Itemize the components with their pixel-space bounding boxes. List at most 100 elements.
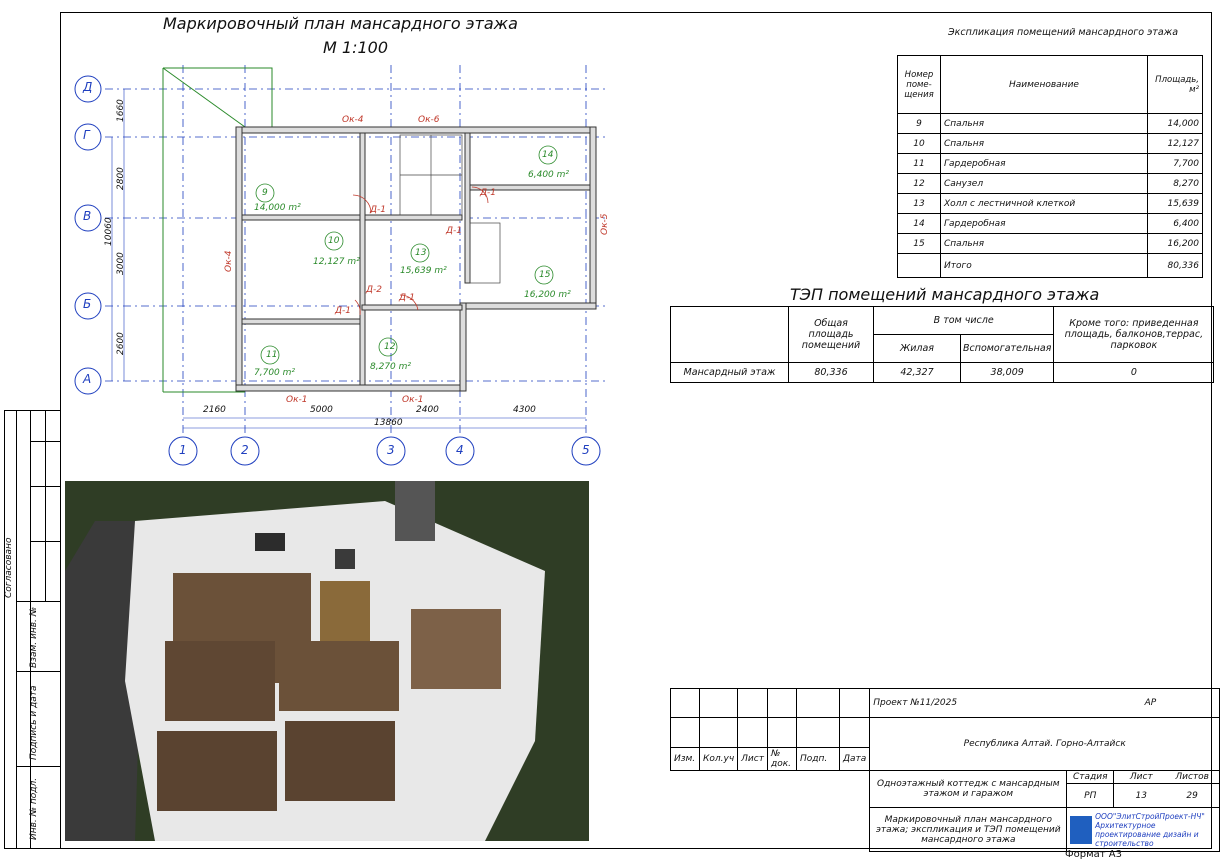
sheets-label-text: Листов (1175, 772, 1209, 782)
col-list: Лист (737, 747, 768, 771)
location: Республика Алтай. Горно-Алтайск (869, 717, 1221, 771)
company-block: ООО"ЭлитСтройПроект-НЧ" Архитектурное пр… (1066, 807, 1221, 852)
room-area: 8,270 m² (370, 362, 412, 372)
room-number: 15 (539, 270, 551, 280)
tep-row-aux: 38,009 (959, 362, 1055, 383)
tep-table: Общая площадь помещений В том числе Кром… (670, 306, 1215, 383)
stage-label: Стадия (1066, 770, 1115, 784)
door-label: Д-2 (366, 285, 383, 295)
project-number: Проект №11/2025 АР (869, 688, 1221, 718)
plan-title: Маркировочный план мансардного этажа (163, 14, 518, 33)
row-name: Спальня (940, 133, 1148, 154)
company-logo-icon (1070, 815, 1093, 844)
title-block: Проект №11/2025 АР Республика Алтай. Гор… (670, 688, 1221, 852)
row-area: 8,270 (1147, 173, 1203, 194)
tep-h-living: Жилая (873, 334, 961, 363)
row-area: 12,127 (1147, 133, 1203, 154)
explication-table: Номер поме- щения Наименование Площадь, … (897, 55, 1203, 278)
axis-label-g: Г (83, 128, 90, 142)
dim-2400: 2400 (416, 405, 439, 415)
row-num: 12 (897, 173, 941, 194)
row-num: 10 (897, 133, 941, 154)
row-name: Холл с лестничной клеткой (940, 193, 1148, 214)
dim-2600: 2600 (116, 332, 126, 355)
row-name: Гардеробная (940, 213, 1148, 234)
tep-row-label: Мансардный этаж (670, 362, 789, 383)
side-agreed-label: Согласовано (4, 537, 14, 598)
col-header-area: Площадь, м² (1147, 55, 1203, 114)
room-area: 16,200 m² (524, 290, 571, 300)
object-name: Одноэтажный коттедж с мансардным этажом … (869, 770, 1068, 808)
col-header-name: Наименование (940, 55, 1148, 114)
dim-2800: 2800 (116, 167, 126, 190)
format-label: Формат А3 (1065, 849, 1122, 860)
room-area: 12,127 m² (313, 257, 360, 267)
window-label: Ок-4 (224, 250, 234, 273)
company-name: ООО"ЭлитСтройПроект-НЧ" Архитектурное пр… (1095, 811, 1205, 848)
window-label: Ок-6 (418, 115, 440, 125)
window-label: Ок-1 (286, 395, 308, 405)
sheet-title: Маркировочный план мансардного этажа; эк… (869, 807, 1068, 852)
door-label: Д-1 (480, 188, 497, 198)
axis-label-3: 3 (387, 443, 395, 457)
col-izm: Изм. (670, 747, 700, 771)
row-area: 6,400 (1147, 213, 1203, 234)
row-area: 14,000 (1147, 113, 1203, 134)
door-label: Д-1 (446, 226, 463, 236)
axis-label-1: 1 (179, 443, 187, 457)
room-number: 14 (542, 150, 554, 160)
row-name: Гардеробная (940, 153, 1148, 174)
room-area: 15,639 m² (400, 266, 447, 276)
sheet-label-text: Лист (1129, 772, 1153, 782)
row-name: Санузел (940, 173, 1148, 194)
col-data: Дата (838, 747, 871, 771)
axis-label-b: Б (83, 297, 92, 311)
axis-label-5: 5 (582, 443, 590, 457)
room-area: 6,400 m² (528, 170, 570, 180)
axis-label-a: А (83, 372, 92, 386)
tep-title: ТЭП помещений мансардного этажа (790, 285, 1100, 304)
room-number: 9 (262, 188, 268, 198)
project-number-text: Проект №11/2025 (873, 698, 958, 708)
dim-1660: 1660 (116, 99, 126, 122)
window-label: Ок-4 (342, 115, 364, 125)
tep-h-incl: В том числе (872, 306, 1055, 335)
explication-title: Экспликация помещений мансардного этажа (948, 27, 1179, 38)
row-num: 15 (897, 233, 941, 254)
render-3d (65, 481, 589, 841)
room-number: 13 (415, 248, 427, 258)
tep-h-total: Общая площадь помещений (788, 306, 874, 363)
row-area: 7,700 (1147, 153, 1203, 174)
room-area: 14,000 m² (254, 203, 301, 213)
axis-label-2: 2 (241, 443, 249, 457)
window-label: Ок-5 (600, 213, 610, 236)
room-number: 12 (384, 342, 396, 352)
total-label: Итого (940, 253, 1148, 278)
side-signature-label: Подпись и дата (29, 685, 39, 760)
dim-5000: 5000 (310, 405, 333, 415)
total-value: 80,336 (1147, 253, 1203, 278)
row-num: 9 (897, 113, 941, 134)
tep-h-aux: Вспомогательная (959, 334, 1055, 363)
dim-10060: 10060 (104, 217, 114, 246)
tep-row-total: 80,336 (788, 362, 874, 383)
dim-total: 13860 (374, 418, 403, 428)
sheets-value: 29 (1186, 790, 1198, 801)
door-label: Д-1 (370, 205, 387, 215)
room-number: 10 (328, 236, 340, 246)
side-inv-orig-label: Инв. № подл. (29, 777, 39, 840)
tep-h-extra: Кроме того: приведенная площадь, балконо… (1053, 306, 1215, 363)
axis-label-4: 4 (456, 443, 464, 457)
door-label: Д-1 (399, 293, 416, 303)
room-number: 11 (266, 350, 278, 360)
tep-row-living: 42,327 (873, 362, 961, 383)
dim-3000: 3000 (116, 252, 126, 275)
dim-4300: 4300 (513, 405, 536, 415)
sheet-values: 13 29 (1113, 783, 1221, 808)
sheet-label: Лист Листов (1113, 770, 1221, 784)
door-label: Д-1 (335, 306, 352, 316)
row-area: 16,200 (1147, 233, 1203, 254)
col-doc: № док. (766, 747, 797, 771)
row-num: 13 (897, 193, 941, 214)
sheet-value: 13 (1135, 790, 1147, 801)
